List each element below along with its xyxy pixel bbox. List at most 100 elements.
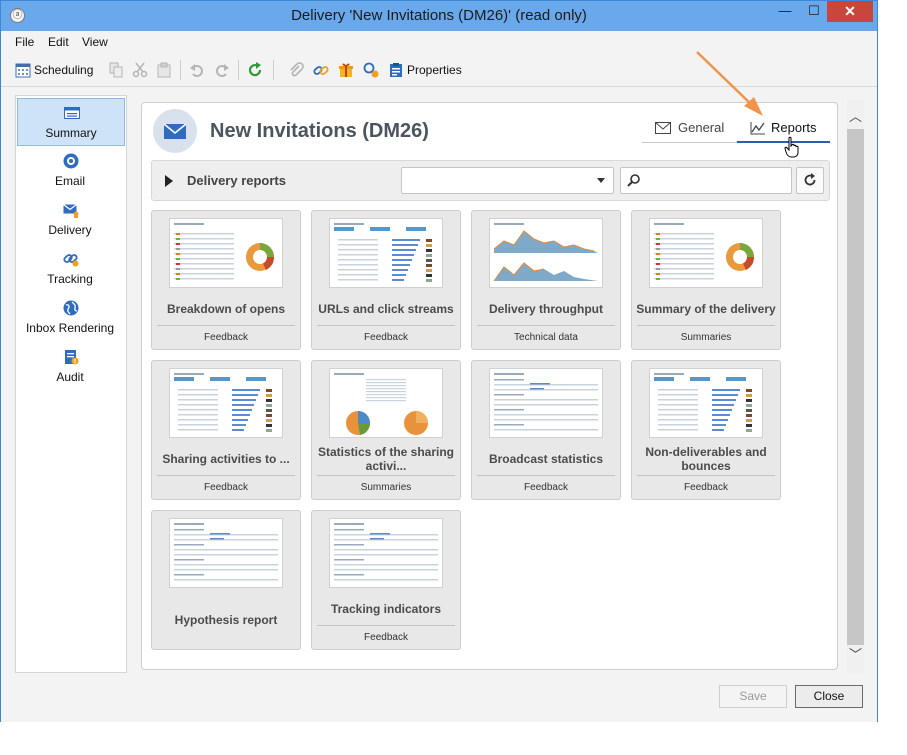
menu-edit[interactable]: Edit	[48, 35, 69, 49]
menu-bar: File Edit View	[1, 31, 877, 53]
menu-file[interactable]: File	[15, 35, 34, 49]
report-card[interactable]: Summary of the delivery Summaries	[631, 210, 781, 350]
toolbar-separator	[238, 60, 239, 80]
report-card[interactable]: Tracking indicators Feedback	[311, 510, 461, 650]
report-card[interactable]: URLs and click streams Feedback	[311, 210, 461, 350]
refresh-button[interactable]	[796, 167, 824, 194]
menu-view[interactable]: View	[82, 35, 108, 49]
report-category: Feedback	[204, 332, 248, 343]
report-title-line: activi...	[365, 459, 407, 473]
vertical-scrollbar[interactable]: ︿ ﹀	[847, 99, 864, 674]
report-card[interactable]: Hypothesis report	[151, 510, 301, 650]
chart-line-icon	[750, 122, 765, 135]
side-navigation: Summary Email Delivery Tracking Inbox Re…	[15, 95, 127, 673]
report-thumbnail	[329, 368, 443, 438]
toolbar-separator	[180, 60, 181, 80]
sidebar-item-email[interactable]: Email	[17, 147, 125, 195]
gift-icon[interactable]	[338, 62, 354, 78]
report-category: Feedback	[364, 332, 408, 343]
save-button[interactable]: Save	[719, 685, 787, 708]
delivery-badge	[153, 109, 197, 153]
calendar-icon[interactable]	[15, 62, 31, 78]
report-thumbnail	[169, 518, 283, 588]
sidebar-item-label: Tracking	[47, 272, 93, 286]
tab-general[interactable]: General	[678, 120, 724, 135]
report-title-line: Delivery throughput	[488, 302, 603, 316]
summary-icon	[64, 107, 80, 119]
refresh-icon[interactable]	[247, 62, 263, 78]
globe-icon	[63, 300, 79, 316]
report-category: Feedback	[684, 482, 728, 493]
filter-title: Delivery reports	[187, 173, 286, 188]
page-title: New Invitations (DM26)	[210, 120, 429, 142]
report-title: Sharing activities to ...	[156, 452, 296, 466]
sidebar-item-summary[interactable]: Summary	[17, 98, 125, 146]
properties-button[interactable]: Properties	[407, 63, 462, 77]
delivery-window: ⓐ Delivery 'New Invitations (DM26)' (rea…	[0, 0, 878, 722]
sidebar-item-label: Inbox Rendering	[25, 321, 115, 335]
tab-reports[interactable]: Reports	[771, 120, 817, 135]
chevron-down-icon	[597, 178, 605, 183]
search-icon	[627, 174, 640, 187]
report-title: Non-deliverables and bounces	[636, 445, 776, 473]
hand-cursor-icon	[784, 136, 799, 158]
clipboard-icon[interactable]	[388, 62, 404, 78]
sidebar-item-label: Delivery	[48, 223, 92, 237]
sidebar-item-delivery[interactable]: Delivery	[17, 196, 125, 244]
paste-icon[interactable]	[156, 62, 172, 78]
report-thumbnail	[169, 368, 283, 438]
copy-icon[interactable]	[108, 62, 124, 78]
tracking-link-icon[interactable]	[363, 62, 379, 78]
report-title-line: Non-deliverables and	[645, 445, 767, 459]
report-title: Statistics of the sharing activi...	[316, 445, 456, 473]
report-category: Feedback	[204, 482, 248, 493]
sidebar-item-audit[interactable]: Audit	[17, 343, 125, 391]
audit-icon	[65, 350, 79, 365]
card-divider	[477, 475, 615, 476]
report-card[interactable]: Sharing activities to ... Feedback	[151, 360, 301, 500]
scroll-up-arrow-icon[interactable]: ︿	[847, 109, 864, 125]
envelope-icon	[655, 122, 671, 134]
reports-panel: New Invitations (DM26) General Reports D…	[141, 102, 838, 670]
report-title-line: URLs and click streams	[318, 302, 454, 316]
undo-icon[interactable]	[189, 62, 205, 78]
minimize-button[interactable]: —	[771, 1, 799, 22]
close-button[interactable]: Close	[795, 685, 863, 708]
scroll-thumb[interactable]	[847, 129, 864, 645]
link-icon[interactable]	[313, 62, 329, 78]
report-category: Summaries	[680, 332, 732, 343]
redo-icon[interactable]	[214, 62, 230, 78]
card-divider	[157, 325, 295, 326]
close-window-button[interactable]: ✕	[827, 1, 873, 22]
toolbar-separator	[273, 60, 274, 80]
report-card[interactable]: Non-deliverables and bounces Feedback	[631, 360, 781, 500]
sidebar-item-inbox-rendering[interactable]: Inbox Rendering	[17, 294, 125, 342]
report-thumbnail	[649, 368, 763, 438]
report-thumbnail	[329, 518, 443, 588]
maximize-button[interactable]: ☐	[800, 1, 828, 22]
report-title-line: Broadcast statistics	[488, 452, 604, 466]
report-card[interactable]: Statistics of the sharing activi... Summar…	[311, 360, 461, 500]
envelope-icon	[163, 123, 187, 139]
attachment-icon[interactable]	[288, 62, 304, 78]
search-input[interactable]	[620, 167, 792, 194]
report-category: Summaries	[360, 482, 412, 493]
report-title: Delivery throughput	[476, 302, 616, 316]
title-bar: ⓐ Delivery 'New Invitations (DM26)' (rea…	[1, 1, 877, 31]
expand-arrow-icon[interactable]	[165, 175, 173, 187]
report-thumbnail	[329, 218, 443, 288]
sidebar-item-tracking[interactable]: Tracking	[17, 245, 125, 293]
card-divider	[317, 325, 455, 326]
refresh-icon	[804, 173, 816, 186]
report-card[interactable]: Delivery throughput Technical data	[471, 210, 621, 350]
report-filter-select[interactable]	[401, 167, 614, 194]
card-divider	[477, 325, 615, 326]
report-title: Summary of the delivery	[636, 302, 776, 316]
report-category: Feedback	[524, 482, 568, 493]
report-card[interactable]: Broadcast statistics Feedback	[471, 360, 621, 500]
cut-icon[interactable]	[132, 62, 148, 78]
scheduling-button[interactable]: Scheduling	[34, 63, 93, 77]
report-card[interactable]: Breakdown of opens Feedback	[151, 210, 301, 350]
email-icon	[63, 153, 79, 169]
scroll-down-arrow-icon[interactable]: ﹀	[847, 647, 864, 663]
